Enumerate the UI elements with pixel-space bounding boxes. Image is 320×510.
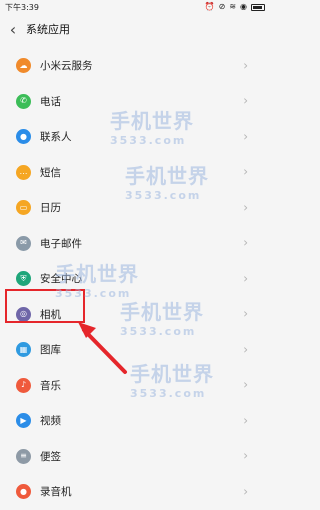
chevron-right-icon: › (243, 200, 248, 215)
list-item-label: 录音机 (40, 486, 72, 499)
status-time: 下午3:39 (5, 2, 39, 12)
chevron-right-icon: › (243, 129, 248, 144)
list-item[interactable]: ✉ 电子邮件 › (0, 226, 270, 262)
list-item-label: 音乐 (40, 379, 61, 392)
chevron-right-icon: › (243, 58, 248, 73)
recorder-icon: ● (16, 484, 31, 500)
list-item[interactable]: ▭ 日历 › (0, 190, 270, 226)
back-button[interactable]: ‹ (0, 14, 26, 44)
music-icon: ♪ (16, 377, 31, 393)
list-item-label: 图库 (40, 344, 61, 357)
chevron-right-icon: › (243, 342, 248, 357)
email-icon: ✉ (16, 235, 31, 251)
gallery-icon: ▦ (16, 342, 31, 358)
list-item[interactable]: ▶ 视频 › (0, 403, 270, 439)
list-item-label: 短信 (40, 166, 61, 179)
list-item-label: 安全中心 (40, 273, 82, 286)
list-item[interactable]: ● 录音机 › (0, 474, 270, 510)
list-item-label: 视频 (40, 415, 61, 428)
chevron-right-icon: › (243, 164, 248, 179)
page-title: 系统应用 (26, 23, 70, 36)
list-item-label: 联系人 (40, 131, 72, 144)
list-item[interactable]: ● 联系人 › (0, 119, 270, 155)
cloud-icon: ☁ (16, 58, 31, 74)
list-item-label: 日历 (40, 202, 61, 215)
list-item-label: 电子邮件 (40, 237, 82, 250)
wifi-icon: ≋ (229, 2, 237, 11)
contact-icon: ● (16, 129, 31, 145)
pointer-arrow-icon (78, 322, 127, 374)
notes-icon: ≡ (16, 448, 31, 464)
list-item-label: 小米云服务 (40, 60, 93, 73)
calendar-icon: ▭ (16, 200, 31, 216)
phone-icon: ✆ (16, 93, 31, 109)
message-icon: … (16, 164, 31, 180)
chevron-right-icon: › (243, 306, 248, 321)
list-item-label: 电话 (40, 95, 61, 108)
title-bar: ‹ 系统应用 (0, 14, 270, 44)
list-item[interactable]: ▦ 图库 › (0, 332, 270, 368)
list-item[interactable]: ☁ 小米云服务 › (0, 48, 270, 84)
battery-icon (251, 3, 265, 11)
chevron-right-icon: › (243, 271, 248, 286)
list-item[interactable]: … 短信 › (0, 155, 270, 191)
no-sim-icon: ⊘ (218, 2, 226, 11)
video-icon: ▶ (16, 413, 31, 429)
chevron-right-icon: › (243, 235, 248, 250)
list-item[interactable]: ✆ 电话 › (0, 84, 270, 120)
list-item-label: 便签 (40, 450, 61, 463)
location-icon: ◉ (240, 2, 247, 11)
settings-list: ☁ 小米云服务 › ✆ 电话 › ● 联系人 ›… 短信 › ▭ 日历 › ✉ 电子邮件 › ⛨ 安全中心 › ◎ 相机 ›… (0, 48, 270, 510)
status-bar: 下午3:39 ⏰ ⊘ ≋ ◉ (0, 0, 270, 14)
alarm-icon: ⏰ (204, 2, 215, 11)
chevron-right-icon: › (243, 484, 248, 499)
chevron-right-icon: › (243, 413, 248, 428)
chevron-right-icon: › (243, 377, 248, 392)
chevron-right-icon: › (243, 93, 248, 108)
chevron-right-icon: › (243, 448, 248, 463)
list-item[interactable]: ♪ 音乐 › (0, 368, 270, 404)
shield-icon: ⛨ (16, 271, 31, 287)
list-item[interactable]: ≡ 便签 › (0, 439, 270, 475)
